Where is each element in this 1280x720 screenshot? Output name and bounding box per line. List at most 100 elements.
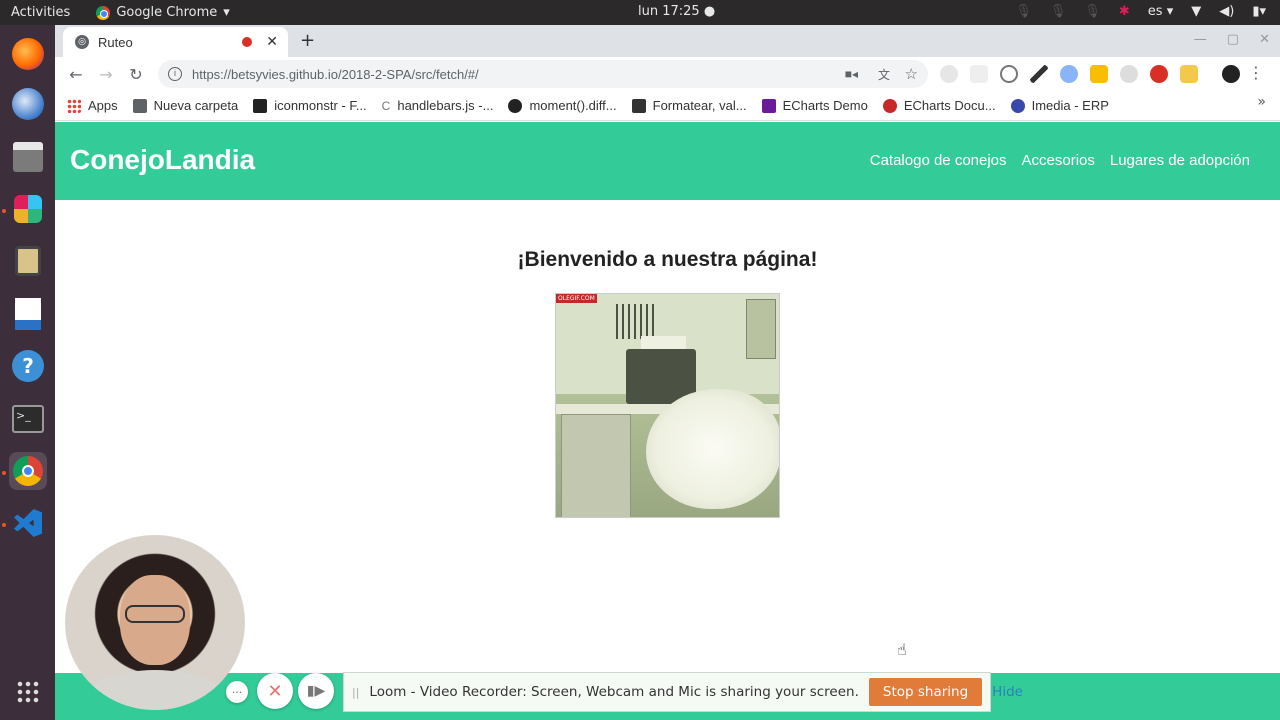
bookmark-item[interactable]: Nueva carpeta [132,98,238,113]
ubuntu-dock: ? >_ [0,25,55,720]
app-menu[interactable]: Google Chrome ▾ [96,5,230,20]
recording-indicator-icon [242,37,253,47]
system-top-bar: Activities Google Chrome ▾ lun 17:25 ● 🎙… [0,0,1280,25]
volume-icon[interactable]: ◀) [1219,4,1234,19]
language-indicator[interactable]: es ▾ [1148,4,1173,19]
new-tab-button[interactable]: + [300,30,315,51]
bunny-gif-image: OLEGIF.COM [555,293,780,518]
battery-icon[interactable]: ▮▾ [1252,4,1266,19]
window-controls: — ▢ ✕ [1194,32,1270,47]
clock[interactable]: lun 17:25 ● [638,4,715,19]
extension-icon[interactable] [940,65,958,83]
loom-cancel-button[interactable]: ✕ [257,673,293,709]
handlebars-icon: C [381,98,391,113]
apps-grid-icon [67,98,81,113]
address-bar[interactable]: i https://betsyvies.github.io/2018-2-SPA… [158,60,928,88]
chrome-dock-icon[interactable] [9,452,47,490]
profile-avatar[interactable] [1222,65,1240,83]
extension-icon[interactable] [970,65,988,83]
globe-icon: ◎ [75,35,89,49]
drag-handle-icon[interactable]: || [352,686,359,699]
tab-title: Ruteo [98,34,133,50]
url-host: https://betsyvies.github.io [192,66,338,82]
system-tray[interactable]: 🎙 🎙 🎙 ✱ es ▾ ▼ ◀) ▮▾ [1015,4,1266,19]
url-text[interactable]: https://betsyvies.github.io/2018-2-SPA/s… [192,67,479,82]
bookmark-star-icon[interactable]: ☆ [905,65,918,83]
loom-webcam-bubble[interactable] [65,535,245,710]
nav-link-accesorios[interactable]: Accesorios [1022,152,1095,169]
echarts-docs-icon [882,98,897,113]
extension-icon[interactable] [1120,65,1138,83]
bookmark-icon [631,98,646,113]
gif-watermark: OLEGIF.COM [556,294,597,303]
tab-strip: ◎ Ruteo ✕ + — ▢ ✕ [55,25,1280,57]
site-nav-links: Catalogo de conejos Accesorios Lugares d… [870,152,1250,169]
bookmark-item[interactable]: ECharts Demo [761,98,868,113]
loom-pause-button[interactable]: ▮▶ [298,673,334,709]
reload-button[interactable]: ↻ [121,65,151,84]
bookmark-item[interactable]: Imedia - ERP [1010,98,1109,113]
chrome-menu-icon[interactable]: ⋮ [1248,63,1264,82]
loom-extension-icon[interactable] [1150,65,1168,83]
wifi-icon[interactable]: ▼ [1191,4,1201,19]
files-icon[interactable] [9,138,47,176]
bookmark-item[interactable]: C handlebars.js -... [382,98,494,113]
tab-close-button[interactable]: ✕ [266,34,278,50]
extension-icon[interactable] [1060,65,1078,83]
minimize-button[interactable]: — [1194,32,1207,47]
glasses [125,605,185,623]
screen-share-notification: || Loom - Video Recorder: Screen, Webcam… [343,672,1023,712]
bookmark-item[interactable]: ECharts Docu... [882,98,996,113]
libreoffice-writer-icon[interactable] [9,295,47,333]
mic-icon: 🎙 [1084,4,1101,19]
maximize-button[interactable]: ▢ [1227,32,1239,47]
bookmark-item[interactable]: Formatear, val... [631,98,747,113]
terminal-icon[interactable]: >_ [9,400,47,438]
help-icon[interactable]: ? [9,347,47,385]
site-info-icon[interactable]: i [168,67,182,81]
stop-sharing-button[interactable]: Stop sharing [868,678,983,706]
translate-icon[interactable]: 文 [878,66,890,83]
site-brand[interactable]: ConejoLandia [70,144,255,176]
bookmark-item[interactable]: moment().diff... [508,98,617,113]
bookmarks-overflow-button[interactable]: » [1257,94,1266,110]
slack-tray-icon[interactable]: ✱ [1119,4,1130,19]
welcome-heading: ¡Bienvenido a nuestra página! [517,248,818,271]
chrome-icon [96,5,111,20]
bookmark-item[interactable]: Apps [67,98,118,113]
loom-more-options-button[interactable]: ··· [226,681,248,703]
rhythmbox-icon[interactable] [9,242,47,280]
vscode-icon[interactable] [9,504,47,542]
tab-ruteo[interactable]: ◎ Ruteo ✕ [63,27,288,57]
nav-link-lugares[interactable]: Lugares de adopción [1110,152,1250,169]
eyedropper-extension-icon[interactable] [1030,65,1048,83]
extension-icon[interactable] [1000,65,1018,83]
nav-link-catalogo[interactable]: Catalogo de conejos [870,152,1007,169]
extension-icon[interactable] [1090,65,1108,83]
bookmarks-bar: Apps Nueva carpeta iconmonstr - F... C h… [55,91,1280,121]
activities-button[interactable]: Activities [11,5,70,20]
site-navbar: ConejoLandia Catalogo de conejos Accesor… [55,122,1280,200]
camera-in-use-icon[interactable]: ■◂ [845,67,858,81]
firefox-icon[interactable] [9,35,47,73]
folder-icon [132,98,147,113]
browser-toolbar: ← → ↻ i https://betsyvies.github.io/2018… [55,57,1280,91]
back-button[interactable]: ← [61,65,91,84]
bookmark-item[interactable]: iconmonstr - F... [253,98,367,113]
extensions-bar [940,65,1198,83]
share-message: Loom - Video Recorder: Screen, Webcam an… [369,684,859,700]
url-path: /2018-2-SPA/src/fetch/#/ [337,66,479,82]
iconmonstr-icon [253,98,268,113]
forward-button[interactable]: → [91,65,121,84]
window-close-button[interactable]: ✕ [1259,32,1270,47]
github-icon [508,98,523,113]
extension-icon[interactable] [1180,65,1198,83]
hide-button[interactable]: Hide [992,684,1023,700]
app-menu-arrow-icon: ▾ [223,5,230,20]
thunderbird-icon[interactable] [9,85,47,123]
echarts-icon [761,98,776,113]
slack-icon[interactable] [9,190,47,228]
show-apps-icon[interactable] [9,673,47,711]
app-name: Google Chrome [116,5,218,20]
hand-cursor-icon: ☝ [897,640,907,659]
